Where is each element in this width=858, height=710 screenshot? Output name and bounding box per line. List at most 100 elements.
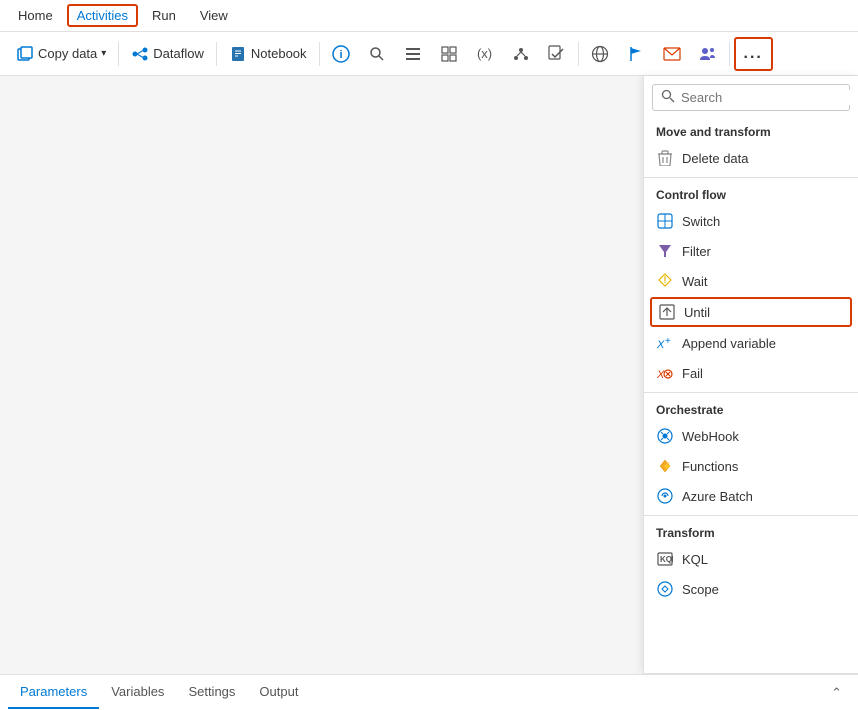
switch-icon (656, 212, 674, 230)
separator-5 (729, 42, 730, 66)
network-icon (512, 45, 530, 63)
delete-data-label: Delete data (682, 151, 749, 166)
info-button[interactable]: i (324, 39, 358, 69)
variables-icon: (x) (476, 45, 494, 63)
flag-button[interactable] (619, 39, 653, 69)
fail-label: Fail (682, 366, 703, 381)
divider-2 (644, 392, 858, 393)
until-icon (658, 303, 676, 321)
dataflow-label: Dataflow (153, 46, 204, 61)
svg-text:+: + (665, 336, 671, 347)
azure-batch-label: Azure Batch (682, 489, 753, 504)
notebook-icon (229, 45, 247, 63)
tab-output[interactable]: Output (247, 676, 310, 709)
more-button[interactable]: ... (734, 37, 773, 71)
globe-button[interactable] (583, 39, 617, 69)
filter-label: Filter (682, 244, 711, 259)
webhook-label: WebHook (682, 429, 739, 444)
append-variable-icon: X + (656, 334, 674, 352)
fail-icon: X (656, 364, 674, 382)
divider-3 (644, 515, 858, 516)
tab-settings[interactable]: Settings (176, 676, 247, 709)
separator-3 (319, 42, 320, 66)
activities-panel: Move and transform Delete data Control f… (643, 76, 858, 674)
validate-button[interactable] (540, 39, 574, 69)
network-button[interactable] (504, 39, 538, 69)
functions-item[interactable]: ⚡ Functions (644, 451, 858, 481)
tab-variables[interactable]: Variables (99, 676, 176, 709)
until-item[interactable]: Until (650, 297, 852, 327)
trash-icon (656, 149, 674, 167)
grid-icon (440, 45, 458, 63)
switch-item[interactable]: Switch (644, 206, 858, 236)
functions-icon: ⚡ (656, 457, 674, 475)
svg-text:X: X (657, 339, 665, 350)
section-move-transform: Move and transform (644, 119, 858, 143)
notebook-label: Notebook (251, 46, 307, 61)
scope-label: Scope (682, 582, 719, 597)
scope-item[interactable]: Scope (644, 574, 858, 604)
fail-item[interactable]: X Fail (644, 358, 858, 388)
grid-button[interactable] (432, 39, 466, 69)
menu-home[interactable]: Home (8, 4, 63, 27)
append-variable-label: Append variable (682, 336, 776, 351)
copy-data-label: Copy data (38, 46, 97, 61)
svg-text:KQL: KQL (660, 555, 673, 564)
globe-icon (591, 45, 609, 63)
menu-activities[interactable]: Activities (67, 4, 138, 27)
azure-batch-icon (656, 487, 674, 505)
menu-view[interactable]: View (190, 4, 238, 27)
separator-2 (216, 42, 217, 66)
delete-data-item[interactable]: Delete data (644, 143, 858, 173)
flag-icon (627, 45, 645, 63)
wait-item[interactable]: Wait (644, 266, 858, 296)
kql-icon: KQL (656, 550, 674, 568)
notebook-button[interactable]: Notebook (221, 39, 315, 69)
wait-icon (656, 272, 674, 290)
webhook-item[interactable]: WebHook (644, 421, 858, 451)
kql-item[interactable]: KQL KQL (644, 544, 858, 574)
main-area: Move and transform Delete data Control f… (0, 76, 858, 674)
functions-label: Functions (682, 459, 738, 474)
variables-button[interactable]: (x) (468, 39, 502, 69)
lines-icon (404, 45, 422, 63)
menu-bar: Home Activities Run View (0, 0, 858, 32)
separator-4 (578, 42, 579, 66)
svg-text:⚡: ⚡ (662, 461, 672, 471)
webhook-icon (656, 427, 674, 445)
copy-data-icon (16, 45, 34, 63)
menu-run[interactable]: Run (142, 4, 186, 27)
search-input[interactable] (681, 90, 857, 105)
copy-data-chevron: ▾ (101, 48, 106, 59)
tab-collapse-chevron[interactable]: ⌃ (823, 681, 850, 705)
dataflow-button[interactable]: Dataflow (123, 39, 212, 69)
info-icon: i (332, 45, 350, 63)
section-control-flow: Control flow (644, 182, 858, 206)
section-transform: Transform (644, 520, 858, 544)
filter-icon (656, 242, 674, 260)
tab-parameters[interactable]: Parameters (8, 676, 99, 709)
more-label: ... (744, 45, 763, 63)
search-box (652, 84, 850, 111)
email-icon (663, 45, 681, 63)
filter-item[interactable]: Filter (644, 236, 858, 266)
azure-batch-item[interactable]: Azure Batch (644, 481, 858, 511)
divider-1 (644, 177, 858, 178)
svg-text:i: i (339, 49, 342, 61)
switch-label: Switch (682, 214, 720, 229)
append-variable-item[interactable]: X + Append variable (644, 328, 858, 358)
copy-data-button[interactable]: Copy data ▾ (8, 39, 114, 69)
search-icon (661, 89, 675, 106)
email-button[interactable] (655, 39, 689, 69)
lines-button[interactable] (396, 39, 430, 69)
bottom-tabs: Parameters Variables Settings Output ⌃ (0, 674, 858, 710)
toolbar: Copy data ▾ Dataflow Notebook (0, 32, 858, 76)
until-label: Until (684, 305, 710, 320)
search-toolbar-icon (368, 45, 386, 63)
scope-icon (656, 580, 674, 598)
validate-icon (548, 45, 566, 63)
separator-1 (118, 42, 119, 66)
teams-button[interactable] (691, 39, 725, 69)
search-toolbar-button[interactable] (360, 39, 394, 69)
wait-label: Wait (682, 274, 708, 289)
